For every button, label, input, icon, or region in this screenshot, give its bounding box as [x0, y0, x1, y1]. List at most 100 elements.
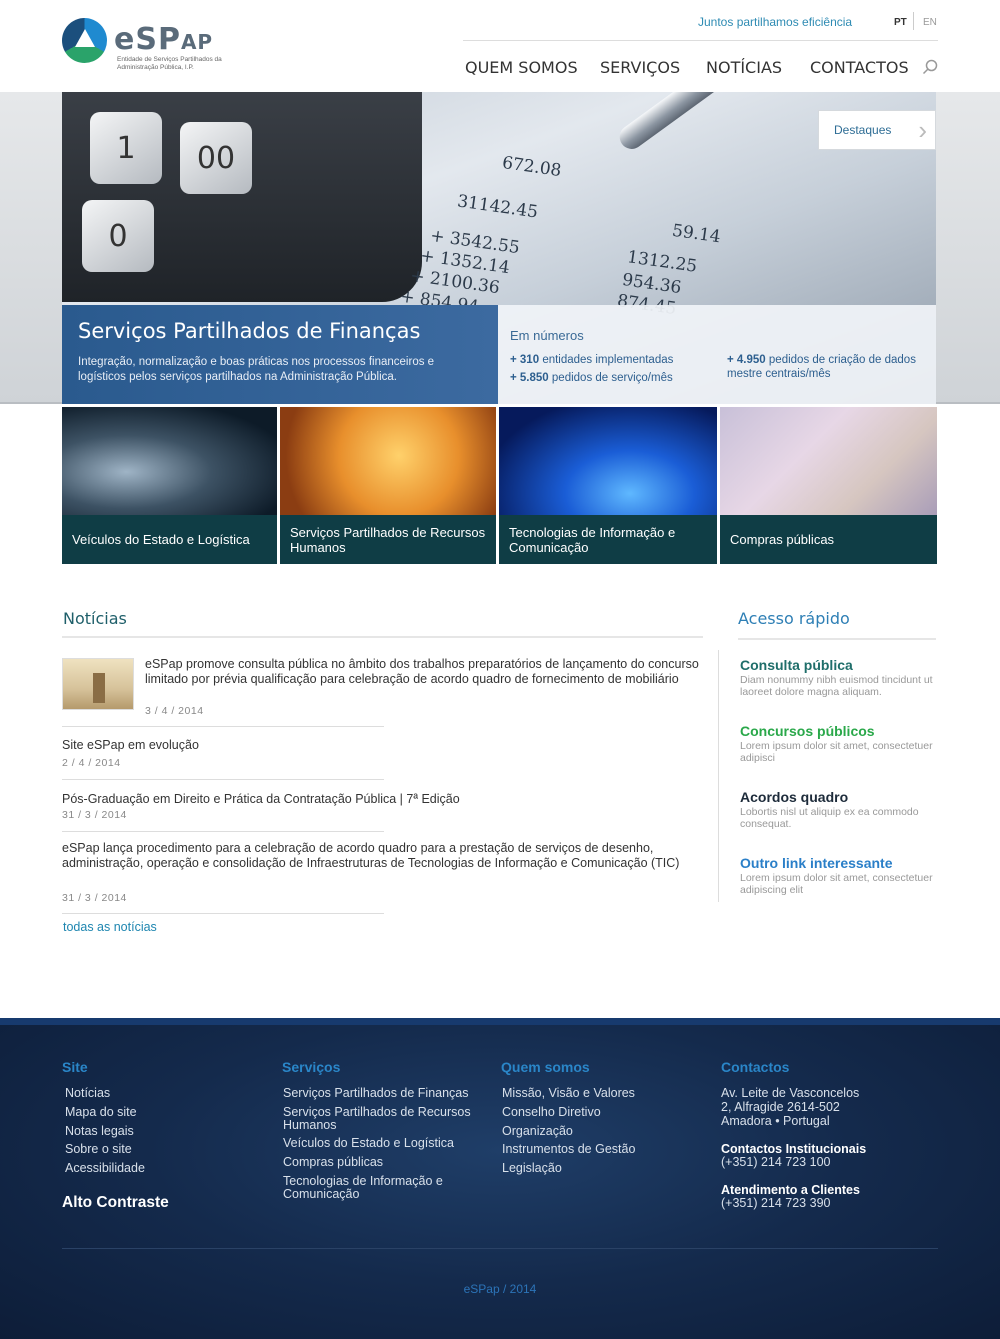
footer-link[interactable]: Legislação	[502, 1162, 562, 1175]
quick-link-acordos-quadro[interactable]: Acordos quadro	[740, 789, 848, 805]
nav-contactos[interactable]: CONTACTOS	[810, 58, 909, 77]
footer-link[interactable]: Tecnologias de Informação e Comunicação	[283, 1175, 453, 1201]
footer-link[interactable]: Instrumentos de Gestão	[502, 1143, 635, 1156]
footer-link[interactable]: Veículos do Estado e Logística	[283, 1137, 454, 1150]
quick-link-desc: Lobortis nisl ut aliquip ex ea commodo c…	[740, 806, 919, 830]
logo-mark-icon	[62, 18, 107, 63]
news-item-link[interactable]: eSPap lança procedimento para a celebraç…	[62, 841, 702, 871]
destaques-button[interactable]: Destaques ›	[818, 110, 936, 150]
footer-phone[interactable]: (+351) 214 723 390	[721, 1197, 830, 1210]
footer-address-line: Av. Leite de Vasconcelos	[721, 1086, 860, 1100]
news-separator	[62, 831, 384, 832]
destaques-label: Destaques	[834, 123, 892, 137]
news-heading: Notícias	[63, 609, 127, 628]
news-item-link[interactable]: eSPap promove consulta pública no âmbito…	[145, 657, 700, 687]
hero-title: Serviços Partilhados de Finanças	[78, 319, 421, 343]
news-divider	[62, 636, 703, 638]
tile-recursos-humanos[interactable]: Serviços Partilhados de Recursos Humanos	[280, 407, 496, 564]
tile-label: Tecnologias de Informação e Comunicação	[499, 515, 717, 564]
paper-number: 672.08	[500, 152, 563, 182]
footer-heading-contactos: Contactos	[721, 1059, 790, 1075]
nav-divider	[463, 40, 938, 41]
footer-link[interactable]: Notícias	[65, 1087, 110, 1100]
espap-logo[interactable]: eSPAP Entidade de Serviços Partilhados d…	[62, 18, 232, 78]
footer-link[interactable]: Conselho Diretivo	[502, 1106, 601, 1119]
news-date: 3 / 4 / 2014	[145, 705, 204, 717]
hero-description: Integração, normalização e boas práticas…	[78, 356, 435, 383]
news-separator	[62, 913, 384, 914]
calculator-graphic: 1 00 0	[62, 92, 422, 302]
alto-contraste-toggle[interactable]: Alto Contraste	[62, 1194, 169, 1212]
logo-name-suffix: AP	[180, 30, 214, 54]
news-separator	[62, 779, 384, 780]
tile-label: Veículos do Estado e Logística	[62, 515, 277, 564]
footer-address-line: 2, Alfragide 2614-502	[721, 1100, 840, 1114]
footer-phone[interactable]: (+351) 214 723 100	[721, 1156, 830, 1169]
all-news-link[interactable]: todas as notícias	[63, 920, 157, 934]
footer-link[interactable]: Serviços Partilhados de Recursos Humanos	[283, 1106, 483, 1132]
quick-access-vertical-rule	[718, 650, 719, 902]
tile-label: Serviços Partilhados de Recursos Humanos	[280, 515, 496, 564]
news-separator	[62, 726, 384, 727]
money-image	[720, 407, 937, 515]
copyright: eSPap / 2014	[463, 1282, 537, 1296]
hero-caption[interactable]: Serviços Partilhados de Finanças Integra…	[62, 305, 498, 404]
stat-item: + 5.850 pedidos de serviço/mês	[510, 372, 673, 384]
calc-key: 0	[82, 200, 154, 272]
lang-divider	[913, 12, 914, 30]
stat-item: + 4.950 pedidos de criação de dados mest…	[727, 354, 916, 380]
footer-link[interactable]: Serviços Partilhados de Finanças	[283, 1087, 469, 1100]
tagline: Juntos partilhamos eficiência	[698, 15, 853, 29]
stats-title: Em números	[510, 328, 584, 343]
lang-pt-link[interactable]: PT	[894, 17, 907, 28]
quick-link-desc: Diam nonummy nibh euismod tincidunt ut l…	[740, 674, 933, 698]
news-date: 2 / 4 / 2014	[62, 757, 121, 769]
globe-image	[499, 407, 717, 515]
logo-name: eSPAP	[114, 22, 213, 57]
quick-link-consulta-publica[interactable]: Consulta pública	[740, 657, 853, 673]
nav-quem-somos[interactable]: QUEM SOMOS	[465, 58, 578, 77]
paper-number: 59.14	[670, 220, 722, 248]
tile-label: Compras públicas	[720, 515, 937, 564]
news-item-link[interactable]: Pós-Graduação em Direito e Prática da Co…	[62, 792, 702, 807]
tile-tic[interactable]: Tecnologias de Informação e Comunicação	[499, 407, 717, 564]
calc-key: 00	[180, 122, 252, 194]
news-item-link[interactable]: Site eSPap em evolução	[62, 738, 702, 753]
search-icon[interactable]	[922, 59, 938, 75]
logo-name-main: eSP	[114, 22, 181, 57]
quick-access-divider	[738, 638, 936, 640]
footer-heading-site: Site	[62, 1059, 88, 1075]
chevron-right-icon: ›	[918, 115, 927, 145]
calc-key: 1	[90, 112, 162, 184]
quick-link-concursos-publicos[interactable]: Concursos públicos	[740, 723, 875, 739]
tile-veiculos[interactable]: Veículos do Estado e Logística	[62, 407, 277, 564]
footer-link[interactable]: Missão, Visão e Valores	[502, 1087, 635, 1100]
quick-link-desc: Lorem ipsum dolor sit amet, consectetuer…	[740, 740, 933, 764]
footer-divider	[62, 1248, 938, 1249]
nav-servicos[interactable]: SERVIÇOS	[600, 58, 680, 77]
news-thumbnail[interactable]	[62, 658, 134, 710]
lang-en-link[interactable]: EN	[923, 17, 937, 28]
paper-number: 31142.45	[456, 191, 540, 223]
footer-link[interactable]: Notas legais	[65, 1125, 134, 1138]
news-date: 31 / 3 / 2014	[62, 809, 127, 821]
cars-image	[62, 407, 277, 515]
nav-noticias[interactable]: NOTÍCIAS	[706, 58, 782, 77]
quick-link-outro[interactable]: Outro link interessante	[740, 855, 892, 871]
footer-link[interactable]: Compras públicas	[283, 1156, 383, 1169]
footer-address-line: Amadora • Portugal	[721, 1114, 830, 1128]
news-date: 31 / 3 / 2014	[62, 892, 127, 904]
footer-contact-label: Atendimento a Clientes	[721, 1183, 860, 1197]
footer-link[interactable]: Acessibilidade	[65, 1162, 145, 1175]
tile-compras[interactable]: Compras públicas	[720, 407, 937, 564]
footer-link[interactable]: Sobre o site	[65, 1143, 132, 1156]
puzzle-image	[280, 407, 496, 515]
footer-link[interactable]: Organização	[502, 1125, 573, 1138]
footer-contact-label: Contactos Institucionais	[721, 1142, 867, 1156]
footer-heading-quem-somos: Quem somos	[501, 1059, 590, 1075]
stats-panel: Em números + 310 entidades implementadas…	[498, 305, 936, 404]
site-header: eSPAP Entidade de Serviços Partilhados d…	[0, 0, 1000, 92]
footer-link[interactable]: Mapa do site	[65, 1106, 137, 1119]
quick-link-desc: Lorem ipsum dolor sit amet, consectetuer…	[740, 872, 933, 896]
logo-subtitle: Entidade de Serviços Partilhados da Admi…	[117, 56, 222, 71]
